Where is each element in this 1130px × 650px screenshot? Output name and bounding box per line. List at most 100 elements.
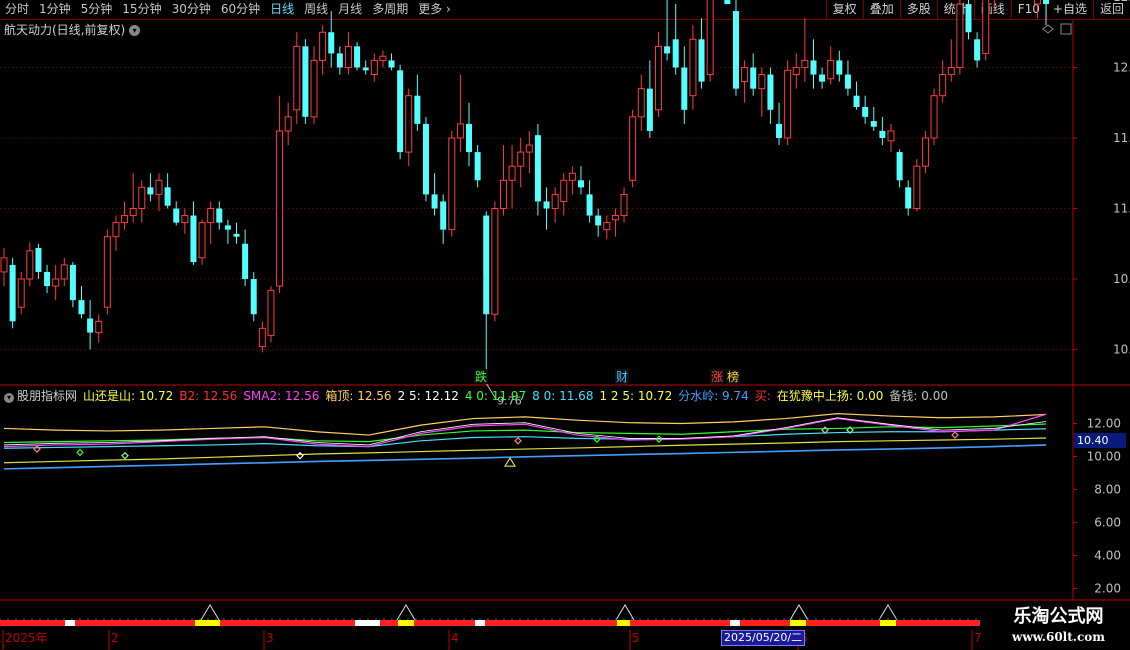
candle-body — [250, 279, 257, 315]
indicator-value: 买: — [754, 389, 771, 403]
strip-segment — [617, 620, 630, 626]
candle-body — [456, 123, 464, 139]
candle-body — [982, 0, 990, 54]
y-tick-label: 6.00 — [1094, 516, 1121, 530]
candle-body — [1043, 0, 1049, 5]
candle-body — [947, 67, 955, 76]
candle-body — [112, 222, 120, 238]
candle-body — [431, 194, 438, 209]
signal-triangle — [200, 604, 220, 621]
y-tick-label: 11.00 — [1113, 202, 1130, 216]
indicator-value: 箱顶: 12.56 — [325, 389, 392, 403]
strip-segment — [398, 620, 414, 626]
candle-body — [52, 278, 60, 287]
volume-strip — [0, 620, 980, 626]
candle-body — [69, 264, 76, 301]
candle-body — [26, 250, 34, 280]
candle-body — [448, 137, 456, 231]
strip-segment — [880, 620, 896, 626]
y-tick-label: 2.00 — [1094, 582, 1121, 596]
signal-marker — [514, 436, 522, 445]
candle-body — [499, 179, 507, 210]
candle-body — [879, 130, 886, 138]
signal-marker — [821, 426, 829, 434]
strip-segment — [355, 620, 380, 626]
candle-body — [681, 67, 688, 110]
indicator-value: 2 5: 12.12 — [397, 389, 459, 403]
candle-body — [921, 137, 929, 167]
indicator-name[interactable]: 股朋指标网 — [17, 389, 77, 403]
candle-body — [181, 215, 189, 224]
indicator-title-bar: ▾ 股朋指标网 山还是山: 10.72 B2: 12.56 SMA2: 12.56 箱顶:… — [4, 387, 954, 404]
y-tick-label: 12.00 — [1113, 61, 1130, 75]
candle-body — [974, 39, 981, 61]
signal-marker — [296, 451, 304, 460]
candle-body — [319, 31, 327, 61]
candle-body — [9, 264, 16, 322]
candle-body — [224, 225, 231, 230]
signal-marker — [121, 451, 129, 460]
candle-body — [664, 46, 671, 54]
candle-body — [939, 74, 947, 97]
indicator-value: 1 2 5: 10.72 — [599, 389, 673, 403]
candle-body — [138, 186, 146, 210]
watermark-url: www.60lt.com — [1012, 630, 1105, 644]
candle-body — [551, 193, 559, 209]
candle-body — [164, 187, 171, 206]
event-marker: 跌 — [475, 369, 487, 384]
candle-body — [741, 67, 749, 83]
month-label: 4 — [451, 631, 459, 645]
candle-body — [577, 180, 584, 188]
candle-body — [190, 215, 197, 263]
candle-body — [362, 67, 369, 71]
candle-body — [905, 187, 912, 209]
panel-toggle-icon — [1060, 23, 1072, 35]
candle-body — [491, 208, 499, 315]
month-label: 2025年 — [5, 631, 48, 645]
candle-body — [242, 243, 249, 279]
candle-body — [397, 70, 404, 153]
candle-body — [302, 46, 309, 117]
indicator-value: 8 0: 11.68 — [532, 389, 594, 403]
candle-body — [258, 327, 266, 348]
strip-segment — [475, 620, 485, 626]
candle-body — [440, 201, 447, 230]
candle-body — [543, 201, 550, 209]
candle-body — [198, 222, 206, 259]
candle-body — [819, 74, 826, 82]
candle-body — [474, 152, 481, 181]
signal-marker — [76, 448, 84, 457]
candle-body — [129, 208, 137, 217]
candle-body — [466, 123, 473, 153]
candle-body — [767, 74, 774, 110]
candle-body — [483, 215, 490, 315]
candle-body — [620, 193, 628, 217]
candle-body — [328, 32, 335, 54]
candle-body — [284, 116, 292, 132]
candle-body — [216, 208, 223, 223]
candle-body — [568, 172, 576, 181]
candle-body — [784, 69, 792, 139]
indicator-value: 4 0: 11.97 — [464, 389, 527, 403]
event-marker: 榜 — [727, 369, 739, 384]
indicator-value: SMA2: 12.56 — [243, 389, 320, 403]
candle-body — [689, 38, 697, 97]
candle-body — [586, 194, 593, 216]
candle-body — [207, 208, 215, 224]
chevron-down-icon[interactable]: ▾ — [4, 393, 14, 403]
y-tick-label: 10.00 — [1113, 343, 1130, 357]
month-label: 2 — [111, 631, 119, 645]
candle-body — [103, 236, 111, 308]
triangle-marker — [504, 457, 516, 467]
candle-body — [706, 0, 714, 76]
candle-body — [611, 215, 619, 221]
candle-body — [732, 11, 739, 89]
candle-body — [534, 135, 541, 202]
y-tick-label: 11.50 — [1113, 131, 1130, 145]
candle-body — [422, 123, 429, 195]
candle-body — [414, 95, 421, 124]
ma80-line — [3, 428, 1047, 449]
candle-body — [637, 88, 645, 118]
kline-chart[interactable]: 14.0013.5013.0012.5012.0011.5011.0010.50… — [0, 0, 1130, 650]
signal-marker — [951, 431, 959, 439]
